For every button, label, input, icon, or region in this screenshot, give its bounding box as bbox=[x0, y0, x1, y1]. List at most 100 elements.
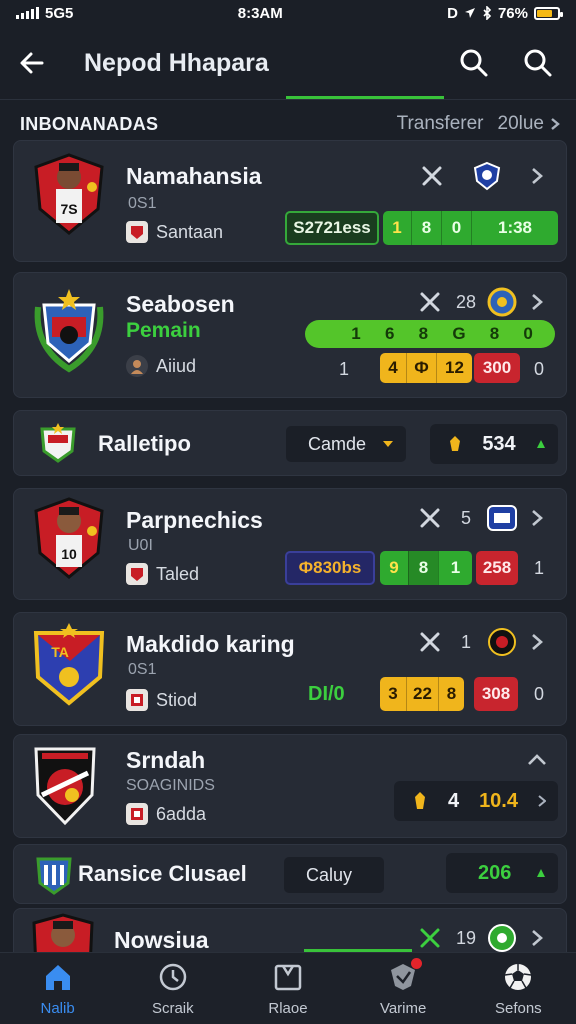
section-header: INBONANADAS Transferer 20lue bbox=[20, 110, 560, 138]
header-divider bbox=[0, 99, 576, 100]
team-badge-button[interactable] bbox=[482, 923, 522, 953]
stat-cell: 4 bbox=[388, 358, 398, 377]
tools-count: 19 bbox=[455, 927, 477, 948]
card-collapse-button[interactable] bbox=[522, 745, 552, 775]
chevron-right-icon bbox=[532, 168, 543, 184]
card-actions bbox=[412, 161, 552, 191]
team-badge-button[interactable] bbox=[482, 287, 522, 317]
search-icon bbox=[460, 49, 488, 77]
tools-button[interactable] bbox=[412, 165, 452, 187]
player-name: Namahansia bbox=[126, 163, 262, 189]
player-name: Srndah bbox=[126, 747, 206, 773]
player-stat[interactable]: 4 10.4 bbox=[394, 781, 558, 821]
trend-up-icon bbox=[537, 869, 545, 877]
team-badge-button[interactable] bbox=[452, 161, 522, 191]
stat-cell: 1 bbox=[438, 551, 472, 585]
club-stat[interactable]: 206 bbox=[446, 853, 558, 893]
tools-button[interactable] bbox=[410, 927, 450, 949]
chevron-right-icon bbox=[532, 930, 543, 946]
club-badge-icon bbox=[126, 689, 148, 711]
stat-group: 3 22 8 bbox=[380, 677, 464, 711]
stat-pill: Ф830bs bbox=[285, 551, 375, 585]
club-avatar-icon bbox=[126, 355, 148, 377]
stat-group: 4 Ф 12 bbox=[380, 353, 472, 383]
back-button[interactable] bbox=[14, 45, 50, 81]
crossed-tools-icon bbox=[420, 508, 440, 528]
status-left: 5G5 bbox=[16, 5, 73, 22]
club-row-name: Ransice Clusael bbox=[78, 861, 247, 886]
section-actions: Transferer 20lue bbox=[397, 113, 560, 135]
medal-icon bbox=[415, 792, 425, 809]
shield-icon bbox=[386, 958, 423, 994]
club-row[interactable]: Ralletipo Camde 534 bbox=[13, 410, 567, 476]
search-button-2[interactable] bbox=[514, 41, 562, 85]
club-dropdown[interactable]: Caluy bbox=[284, 857, 384, 893]
svg-text:10: 10 bbox=[61, 546, 77, 562]
player-position: 0S1 bbox=[128, 195, 157, 212]
tab-label: Sefons bbox=[494, 1000, 542, 1017]
card-expand-button[interactable] bbox=[522, 287, 552, 317]
player-position: SOAGINIDS bbox=[126, 777, 215, 794]
player-club: 6adda bbox=[126, 803, 206, 825]
club-name: Santaan bbox=[156, 221, 224, 242]
team-crest-icon: 10 bbox=[34, 497, 104, 579]
club-crest-icon bbox=[36, 857, 72, 895]
stat-cell: 8 bbox=[411, 211, 441, 245]
team-badge-icon bbox=[487, 287, 517, 317]
tab-settings[interactable]: Sefons bbox=[470, 960, 566, 1017]
club-row-name: Ralletipo bbox=[98, 431, 191, 456]
tab-board[interactable]: Rlaoe bbox=[240, 960, 336, 1017]
player-card[interactable]: Seabosen Pemain Aiiud 28 1 6 8 G 8 0 1 4… bbox=[13, 272, 567, 398]
stat-value: 1 bbox=[339, 359, 350, 379]
chevron-right-icon bbox=[532, 634, 543, 650]
tools-button[interactable] bbox=[410, 507, 450, 529]
team-crest-icon bbox=[34, 289, 104, 373]
player-card[interactable]: TA Makdido karing 0S1 Stiod 1 DI/0 3 22 … bbox=[13, 612, 567, 726]
transfer-link[interactable]: Transferer bbox=[397, 113, 484, 135]
chevron-right-icon bbox=[551, 118, 560, 130]
team-badge-button[interactable] bbox=[482, 627, 522, 657]
tools-button[interactable] bbox=[410, 631, 450, 653]
search-button[interactable] bbox=[450, 41, 498, 85]
tab-schedule[interactable]: Scraik bbox=[125, 960, 221, 1017]
card-expand-button[interactable] bbox=[522, 627, 552, 657]
team-badge-icon bbox=[488, 628, 516, 656]
stat-cell: 12 bbox=[436, 353, 472, 383]
club-row[interactable]: Ransice Clusael Caluy 206 bbox=[13, 844, 567, 904]
card-expand-button[interactable] bbox=[522, 161, 552, 191]
app-header: Nepod Hhapara bbox=[0, 26, 576, 100]
signal-icon bbox=[16, 7, 39, 19]
svg-text:TA: TA bbox=[51, 644, 69, 660]
club-name: Stiod bbox=[156, 689, 198, 710]
player-card[interactable]: Srndah SOAGINIDS 6adda 4 10.4 bbox=[13, 734, 567, 838]
stat-cell: 1 bbox=[351, 324, 361, 343]
stat-cell: 1 bbox=[392, 218, 402, 237]
card-actions: 1 bbox=[410, 627, 552, 657]
player-card[interactable]: 10 Parpnechics U0I Taled 5 Ф830bs 9 8 1 … bbox=[13, 488, 567, 600]
player-name: Nowsiua bbox=[114, 927, 209, 953]
stat-pill: 308 bbox=[474, 677, 518, 711]
card-actions: 19 bbox=[410, 923, 552, 953]
team-badge-button[interactable] bbox=[482, 503, 522, 533]
club-stat[interactable]: 534 bbox=[430, 424, 558, 464]
tools-button[interactable] bbox=[410, 291, 450, 313]
stat-cell: 0 bbox=[523, 324, 533, 343]
player-name: Seabosen bbox=[126, 291, 235, 317]
stat-pill: 258 bbox=[476, 551, 518, 585]
stat-group: 1 8 0 1:38 bbox=[383, 211, 558, 245]
stat-cell: 0 bbox=[441, 211, 471, 245]
player-club: Taled bbox=[126, 563, 199, 585]
chevron-right-icon bbox=[532, 510, 543, 526]
tab-home[interactable]: Nalib bbox=[10, 960, 106, 1017]
stat-main-value: 10.4 bbox=[479, 789, 518, 812]
section-title: INBONANADAS bbox=[20, 113, 159, 134]
card-expand-button[interactable] bbox=[522, 503, 552, 533]
card-expand-button[interactable] bbox=[522, 923, 552, 953]
medal-icon bbox=[450, 436, 460, 451]
crossed-tools-icon bbox=[420, 928, 440, 948]
player-card[interactable]: 7S Namahansia 0S1 Santaan S2721ess 1 8 0… bbox=[13, 140, 567, 262]
club-dropdown[interactable]: Camde bbox=[286, 426, 406, 462]
club-stat-value: 534 bbox=[482, 432, 516, 455]
tab-variants[interactable]: Varime bbox=[355, 958, 451, 1017]
section-value-link[interactable]: 20lue bbox=[498, 113, 561, 135]
